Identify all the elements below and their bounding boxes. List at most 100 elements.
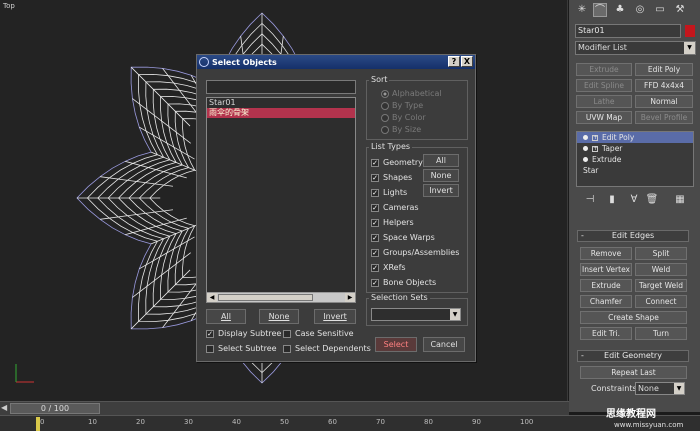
- select-dependents-checkbox[interactable]: Select Dependents: [283, 344, 371, 353]
- modifier-button[interactable]: Edit Poly: [635, 63, 693, 76]
- constraints-value: None: [638, 384, 659, 393]
- scroll-right-icon[interactable]: ▶: [345, 293, 355, 302]
- chamfer-button[interactable]: Chamfer: [580, 295, 632, 308]
- time-slider[interactable]: 0 / 100: [10, 403, 100, 414]
- extrude-button[interactable]: Extrude: [580, 279, 632, 292]
- expand-icon[interactable]: +: [592, 145, 598, 152]
- scroll-left-icon[interactable]: ◀: [207, 293, 217, 302]
- select-button[interactable]: Select: [375, 337, 417, 352]
- type-groups-checkbox[interactable]: ✓ Groups/Assemblies: [371, 248, 459, 257]
- name-filter-input[interactable]: [206, 80, 356, 94]
- stack-item-extrude[interactable]: Extrude: [577, 154, 693, 165]
- modifier-button[interactable]: Lathe: [576, 95, 632, 108]
- sort-by-color-radio[interactable]: By Color: [381, 113, 426, 122]
- list-invert-button[interactable]: Invert: [314, 309, 356, 324]
- modifier-button[interactable]: UVW Map: [576, 111, 632, 124]
- types-invert-button[interactable]: Invert: [423, 184, 459, 197]
- list-all-button[interactable]: All: [206, 309, 246, 324]
- object-color-swatch[interactable]: [685, 25, 695, 37]
- target-weld-button[interactable]: Target Weld: [635, 279, 687, 292]
- chevron-down-icon[interactable]: ▼: [684, 42, 695, 54]
- make-unique-icon[interactable]: ∀: [627, 193, 641, 207]
- track-bar[interactable]: 0 10 20 30 40 50 60 70 80 90 100: [0, 415, 700, 431]
- modifier-button[interactable]: Bevel Profile: [635, 111, 693, 124]
- split-button[interactable]: Split: [635, 247, 687, 260]
- sort-group: Sort Alphabetical By Type By Color By Si…: [366, 75, 468, 140]
- type-cameras-checkbox[interactable]: ✓ Cameras: [371, 203, 419, 212]
- type-xrefs-checkbox[interactable]: ✓ XRefs: [371, 263, 406, 272]
- configure-sets-icon[interactable]: ▦: [673, 193, 687, 207]
- type-helpers-checkbox[interactable]: ✓ Helpers: [371, 218, 414, 227]
- timeline-tick-label: 60: [328, 418, 337, 426]
- edit-edges-rollout-title[interactable]: - Edit Edges: [577, 230, 689, 242]
- modifier-button[interactable]: Extrude: [576, 63, 632, 76]
- turn-button[interactable]: Turn: [635, 327, 687, 340]
- scroll-thumb[interactable]: [218, 294, 313, 301]
- checkmark-icon: ✓: [206, 329, 214, 338]
- create-shape-button[interactable]: Create Shape: [580, 311, 687, 324]
- list-none-button[interactable]: None: [259, 309, 299, 324]
- bulb-icon[interactable]: [583, 146, 588, 151]
- display-subtree-checkbox[interactable]: ✓ Display Subtree: [206, 329, 281, 338]
- type-geometry-checkbox[interactable]: ✓ Geometry: [371, 158, 423, 167]
- create-tab-icon[interactable]: ✳: [575, 3, 589, 17]
- chevron-down-icon[interactable]: ▼: [674, 383, 684, 394]
- prev-frame-icon[interactable]: ◀: [1, 403, 7, 412]
- edit-tri-button[interactable]: Edit Tri.: [580, 327, 632, 340]
- sort-alphabetical-radio[interactable]: Alphabetical: [381, 89, 442, 98]
- repeat-last-button[interactable]: Repeat Last: [580, 366, 687, 379]
- selection-sets-dropdown[interactable]: ▼: [371, 308, 461, 321]
- constraints-dropdown[interactable]: None ▼: [635, 382, 685, 395]
- utilities-tab-icon[interactable]: ⚒: [673, 3, 687, 17]
- weld-button[interactable]: Weld: [635, 263, 687, 276]
- types-all-button[interactable]: All: [423, 154, 459, 167]
- modifier-button[interactable]: FFD 4x4x4: [635, 79, 693, 92]
- current-frame-marker[interactable]: [36, 417, 40, 431]
- insert-vertex-button[interactable]: Insert Vertex: [580, 263, 632, 276]
- chevron-down-icon[interactable]: ▼: [450, 309, 460, 320]
- motion-tab-icon[interactable]: ◎: [633, 3, 647, 17]
- dialog-titlebar[interactable]: Select Objects ? X: [197, 55, 475, 69]
- hierarchy-tab-icon[interactable]: ♣: [613, 3, 627, 17]
- modifier-button[interactable]: Edit Spline: [576, 79, 632, 92]
- select-subtree-checkbox[interactable]: Select Subtree: [206, 344, 277, 353]
- type-bone-objects-checkbox[interactable]: ✓ Bone Objects: [371, 278, 436, 287]
- connect-button[interactable]: Connect: [635, 295, 687, 308]
- list-item-selected[interactable]: 雨伞的骨架: [207, 108, 355, 118]
- help-button[interactable]: ?: [448, 56, 460, 67]
- horizontal-scrollbar[interactable]: ◀ ▶: [207, 292, 355, 302]
- timeline-tick-label: 40: [232, 418, 241, 426]
- stack-item-taper[interactable]: + Taper: [577, 143, 693, 154]
- close-button[interactable]: X: [461, 56, 473, 67]
- radio-dot-icon: [381, 89, 389, 98]
- edit-geometry-rollout-title[interactable]: - Edit Geometry: [577, 350, 689, 362]
- modifier-list-dropdown[interactable]: Modifier List ▼: [575, 41, 696, 55]
- case-sensitive-checkbox[interactable]: Case Sensitive: [283, 329, 354, 338]
- timeline-tick-label: 0: [40, 418, 45, 426]
- show-end-result-icon[interactable]: ▮: [605, 193, 619, 207]
- modify-tab-icon[interactable]: ⌒: [593, 3, 607, 17]
- modifier-button[interactable]: Normal: [635, 95, 693, 108]
- types-none-button[interactable]: None: [423, 169, 459, 182]
- expand-icon[interactable]: +: [592, 134, 598, 141]
- stack-item-edit-poly[interactable]: + Edit Poly: [577, 132, 693, 143]
- remove-button[interactable]: Remove: [580, 247, 632, 260]
- display-tab-icon[interactable]: ▭: [653, 3, 667, 17]
- bulb-icon[interactable]: [583, 135, 588, 140]
- stack-item-star[interactable]: Star: [577, 165, 693, 176]
- checkbox-label: Cameras: [383, 203, 419, 212]
- sort-by-type-radio[interactable]: By Type: [381, 101, 423, 110]
- timeline-tick-label: 90: [472, 418, 481, 426]
- object-name-field[interactable]: Star01: [575, 24, 681, 38]
- type-shapes-checkbox[interactable]: ✓ Shapes: [371, 173, 412, 182]
- cancel-button[interactable]: Cancel: [423, 337, 465, 352]
- list-item[interactable]: Star01: [207, 98, 355, 108]
- sort-by-size-radio[interactable]: By Size: [381, 125, 421, 134]
- remove-modifier-icon[interactable]: 🗑: [645, 193, 659, 207]
- modifier-stack[interactable]: + Edit Poly + Taper Extrude Star: [576, 131, 694, 187]
- type-lights-checkbox[interactable]: ✓ Lights: [371, 188, 407, 197]
- pin-stack-icon[interactable]: ⊣: [583, 193, 597, 207]
- type-space-warps-checkbox[interactable]: ✓ Space Warps: [371, 233, 435, 242]
- bulb-icon[interactable]: [583, 157, 588, 162]
- object-list[interactable]: Star01 雨伞的骨架 ◀ ▶: [206, 97, 356, 303]
